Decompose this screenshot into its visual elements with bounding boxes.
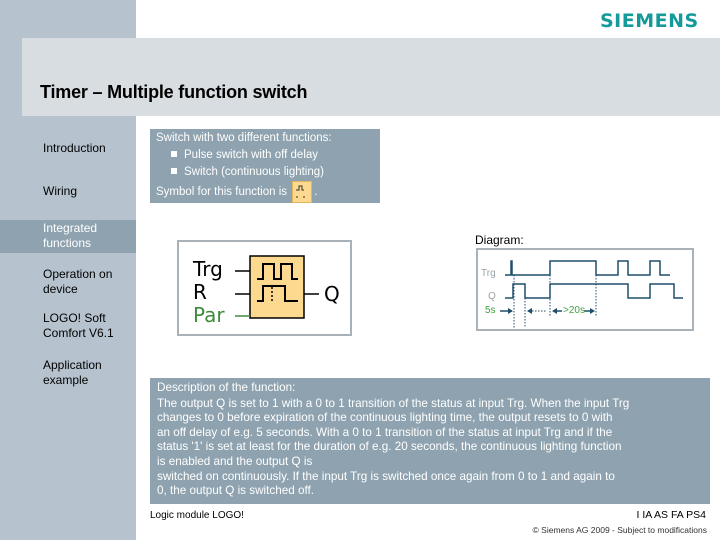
timing-diagram [500, 260, 683, 328]
multiple-function-switch-icon [292, 181, 313, 203]
arrowhead [527, 308, 532, 314]
description-line: status '1' is set at least for the durat… [157, 440, 622, 454]
function-block-frame: Trg R Par Q [177, 240, 352, 336]
description-line: switched on continuously. If the input T… [157, 469, 615, 483]
long-press-label: >20s [563, 305, 585, 316]
description-line: changes to 0 before expiration of the co… [157, 411, 613, 425]
sidebar-item-wiring[interactable]: Wiring [0, 184, 136, 199]
description-box: Description of the function: The output … [150, 378, 710, 504]
description-line: an off delay of e.g. 5 seconds. With a 0… [157, 425, 613, 439]
input-label-trg: Trg [193, 257, 223, 281]
arrowhead [508, 308, 513, 314]
sidebar-item-integrated-functions[interactable]: Integrated functions [0, 220, 136, 253]
arrowhead [590, 308, 595, 314]
intro-bullet: Pulse switch with off delay [156, 147, 374, 164]
timing-diagram-frame: Trg Q 5s >20s [476, 248, 694, 331]
sidebar-item-label: Wiring [43, 184, 78, 198]
bullet-text: Pulse switch with off delay [184, 149, 319, 161]
footer-product: Logic module LOGO! [150, 510, 244, 521]
q-signal-trace [505, 283, 683, 299]
intro-bullet: Switch (continuous lighting) [156, 164, 374, 181]
sidebar-item-label: example [43, 373, 89, 387]
arrowhead [552, 308, 557, 314]
sidebar-item-label: device [43, 282, 78, 296]
symbol-suffix: . [314, 186, 318, 198]
sidebar-item-label: Application [43, 358, 102, 372]
signal-label-q: Q [488, 291, 496, 302]
bullet-square-icon [171, 168, 177, 174]
symbol-prefix: Symbol for this function is [156, 186, 288, 198]
footer-copyright: © Siemens AG 2009 - Subject to modificat… [532, 525, 707, 535]
description-line: The output Q is set to 1 with a 0 to 1 t… [157, 396, 630, 410]
sidebar-item-label: functions [43, 236, 92, 250]
intro-box: Switch with two different functions: Pul… [150, 129, 380, 203]
symbol-line: Symbol for this function is . [156, 181, 374, 203]
input-label-par: Par [193, 303, 225, 327]
signal-label-trg: Trg [481, 268, 496, 279]
sidebar-item-label: Comfort V6.1 [43, 326, 114, 340]
sidebar-item-operation-on-device[interactable]: Operation on device [0, 267, 136, 297]
page-title: Timer – Multiple function switch [40, 82, 308, 102]
sidebar-item-label: LOGO! Soft [43, 311, 106, 325]
intro-heading: Switch with two different functions: [156, 132, 332, 144]
sidebar-item-label: Operation on [43, 267, 113, 281]
sidebar-item-application-example[interactable]: Application example [0, 358, 136, 388]
trg-signal-trace [505, 260, 670, 276]
footer-code: I IA AS FA PS4 [636, 509, 706, 521]
sidebar-item-label: Introduction [43, 141, 106, 155]
description-heading: Description of the function: [157, 381, 296, 394]
diagram-title: Diagram: [475, 233, 524, 247]
bullet-text: Switch (continuous lighting) [184, 166, 324, 178]
description-line: is enabled and the output Q is [157, 454, 313, 468]
output-label-q: Q [324, 282, 340, 306]
sidebar-item-logo-soft-comfort[interactable]: LOGO! Soft Comfort V6.1 [0, 311, 136, 341]
off-delay-label: 5s [485, 305, 496, 316]
description-line: 0, the output Q is switched off. [157, 484, 315, 498]
siemens-logo: SIEMENS [600, 10, 699, 32]
bullet-square-icon [171, 151, 177, 157]
title-band [22, 38, 720, 116]
sidebar-item-introduction[interactable]: Introduction [0, 141, 136, 156]
sidebar-item-label: Integrated [43, 221, 98, 235]
input-label-r: R [193, 280, 207, 304]
